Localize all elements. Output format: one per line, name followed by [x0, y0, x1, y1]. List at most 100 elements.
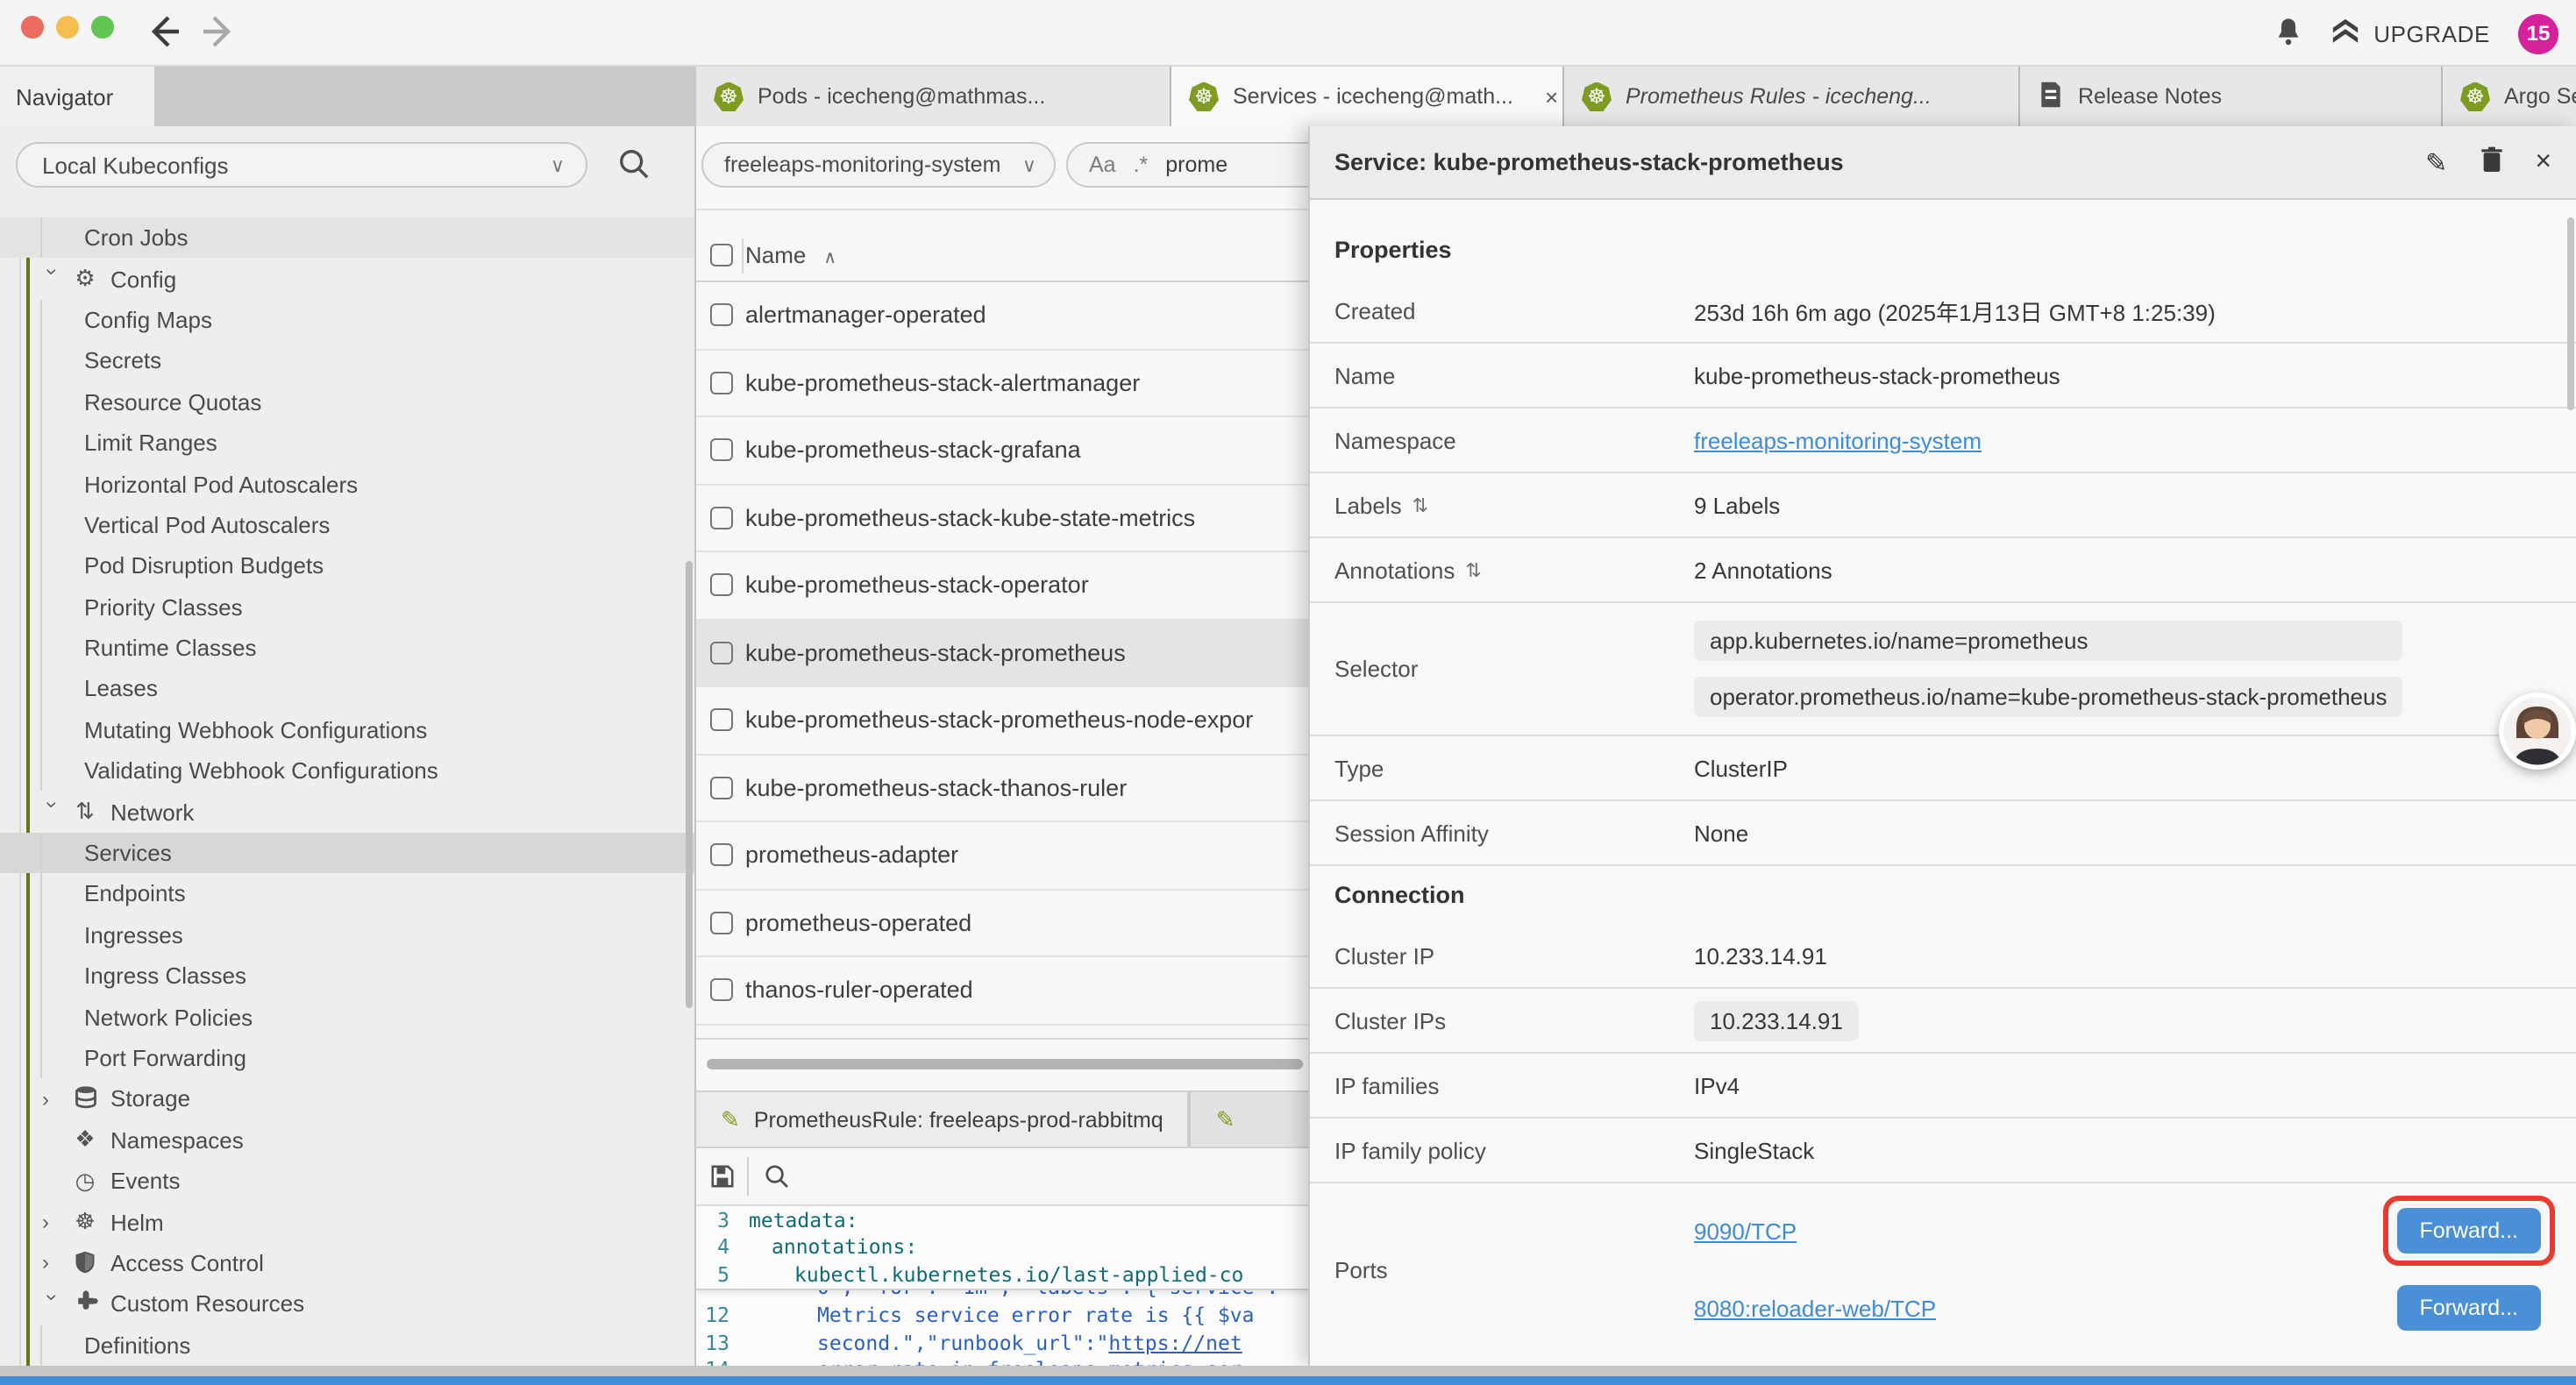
row-checkbox[interactable]	[710, 574, 733, 597]
select-all-checkbox[interactable]	[710, 244, 733, 266]
sidebar-item-horizontal-pod-autoscalers[interactable]: Horizontal Pod Autoscalers	[0, 464, 694, 505]
delete-trash-icon[interactable]	[2479, 146, 2503, 179]
tab-pods-icecheng-mathmas[interactable]: ☸Pods - icecheng@mathmas...	[696, 67, 1171, 126]
regex-toggle[interactable]: .*	[1134, 153, 1149, 177]
sidebar-item-port-forwarding[interactable]: Port Forwarding	[0, 1038, 694, 1079]
edit-resource-icon[interactable]: ✎	[2425, 146, 2447, 178]
sort-updown-icon[interactable]: ⇅	[1465, 558, 1481, 581]
sidebar-item-secrets[interactable]: Secrets	[0, 340, 694, 381]
sidebar-item-config[interactable]: ›⚙Config	[0, 259, 694, 300]
tab-close-icon[interactable]: ×	[1545, 83, 1558, 110]
forward-button[interactable]: Forward...	[2396, 1285, 2541, 1331]
sidebar-scrollbar[interactable]	[686, 561, 693, 1008]
sidebar-item-storage[interactable]: ›Storage	[0, 1078, 694, 1119]
upgrade-button[interactable]: UPGRADE	[2330, 17, 2490, 50]
tab-release-notes[interactable]: Release Notes	[2020, 67, 2443, 126]
tab-services-icecheng-math[interactable]: ☸Services - icecheng@math...×	[1171, 67, 1564, 126]
back-button[interactable]	[140, 9, 186, 54]
chevron-expanded-icon[interactable]: ›	[40, 801, 65, 822]
kubernetes-icon: ☸	[1189, 82, 1219, 111]
case-sensitive-toggle[interactable]: Aa	[1089, 153, 1116, 177]
code-text: annotations:	[749, 1235, 917, 1260]
navigator-panel-tab[interactable]: Navigator	[0, 67, 154, 126]
sidebar-item-access-control[interactable]: ›Access Control	[0, 1243, 694, 1284]
chevron-collapsed-icon[interactable]: ›	[42, 1210, 63, 1234]
row-checkbox[interactable]	[710, 844, 733, 867]
chevron-expanded-icon[interactable]: ›	[40, 1294, 65, 1315]
sidebar-item-ingresses[interactable]: Ingresses	[0, 914, 694, 955]
close-icon[interactable]: ×	[2535, 146, 2551, 178]
sidebar-item-leases[interactable]: Leases	[0, 669, 694, 710]
sidebar-item-runtime-classes[interactable]: Runtime Classes	[0, 628, 694, 669]
port-link[interactable]: 8080:reloader-web/TCP	[1694, 1295, 1936, 1321]
indent-guide	[40, 1038, 42, 1079]
row-checkbox[interactable]	[710, 979, 733, 1002]
macos-minimize-button[interactable]	[56, 16, 79, 39]
sidebar-item-label: Resource Quotas	[84, 389, 261, 416]
macos-close-button[interactable]	[21, 16, 44, 39]
sidebar-item-mutating-webhook-configurations[interactable]: Mutating Webhook Configurations	[0, 709, 694, 750]
editor-search-icon[interactable]	[763, 1162, 791, 1196]
editor-tab-partial[interactable]: ✎	[1190, 1092, 1249, 1147]
row-checkbox[interactable]	[710, 507, 733, 529]
sidebar-item-network[interactable]: ›⇅Network	[0, 792, 694, 833]
sidebar-item-limit-ranges[interactable]: Limit Ranges	[0, 423, 694, 464]
sidebar-item-cron-jobs[interactable]: Cron Jobs	[0, 217, 694, 259]
detail-row-label: Namespace	[1310, 427, 1694, 453]
detail-row-cluster-ip: Cluster IP10.233.14.91	[1310, 924, 2576, 989]
forward-button[interactable]	[196, 9, 242, 54]
sidebar-item-ingress-classes[interactable]: Ingress Classes	[0, 955, 694, 997]
sidebar-item-priority-classes[interactable]: Priority Classes	[0, 586, 694, 628]
sidebar-item-label: Cron Jobs	[84, 224, 189, 251]
tab-prometheus-rules-icecheng[interactable]: ☸Prometheus Rules - icecheng...	[1564, 67, 2020, 126]
sidebar-item-services[interactable]: Services	[0, 833, 694, 874]
chevron-expanded-icon[interactable]: ›	[40, 268, 65, 289]
sidebar-item-pod-disruption-budgets[interactable]: Pod Disruption Budgets	[0, 545, 694, 586]
sidebar-item-config-maps[interactable]: Config Maps	[0, 300, 694, 341]
detail-row-label: Ports	[1310, 1256, 1694, 1282]
row-checkbox[interactable]	[710, 642, 733, 664]
detail-label-text: Created	[1334, 297, 1416, 323]
tab-argo-se[interactable]: ☸Argo Se	[2443, 67, 2576, 126]
sidebar-item-network-policies[interactable]: Network Policies	[0, 997, 694, 1038]
chevron-collapsed-icon[interactable]: ›	[42, 1251, 63, 1275]
row-checkbox[interactable]	[710, 777, 733, 799]
chevron-collapsed-icon[interactable]: ›	[42, 1087, 63, 1112]
sidebar-item-namespaces[interactable]: ❖Namespaces	[0, 1119, 694, 1161]
sidebar-item-definitions[interactable]: Definitions	[0, 1325, 694, 1366]
sidebar-item-resource-quotas[interactable]: Resource Quotas	[0, 381, 694, 423]
sidebar-item-endpoints[interactable]: Endpoints	[0, 874, 694, 915]
notification-count-badge[interactable]: 15	[2518, 13, 2558, 53]
sidebar-item-vertical-pod-autoscalers[interactable]: Vertical Pod Autoscalers	[0, 504, 694, 545]
sidebar-item-label: Helm	[110, 1209, 164, 1235]
notifications-bell-icon[interactable]	[2274, 15, 2302, 52]
sidebar-item-validating-webhook-configurations[interactable]: Validating Webhook Configurations	[0, 750, 694, 792]
sidebar-item-events[interactable]: ◷Events	[0, 1161, 694, 1202]
filter-query-text: prome	[1165, 153, 1228, 177]
horizontal-scrollbar[interactable]	[707, 1059, 1303, 1069]
detail-row-value: 10.233.14.91	[1694, 942, 1827, 969]
sidebar-search-icon[interactable]	[617, 147, 651, 186]
sidebar-item-helm[interactable]: ›☸Helm	[0, 1202, 694, 1243]
row-checkbox[interactable]	[710, 709, 733, 732]
clock-icon: ◷	[70, 1167, 100, 1195]
save-icon[interactable]	[708, 1162, 737, 1196]
detail-scrollbar[interactable]	[2567, 217, 2574, 410]
row-checkbox[interactable]	[710, 912, 733, 934]
row-checkbox[interactable]	[710, 304, 733, 327]
detail-label-text: Labels	[1334, 492, 1402, 518]
filter-input[interactable]: Aa .* prome	[1066, 142, 1329, 188]
kubeconfig-select[interactable]: Local Kubeconfigs ∨	[16, 142, 587, 188]
sort-updown-icon[interactable]: ⇅	[1413, 494, 1428, 516]
namespace-link[interactable]: freeleaps-monitoring-system	[1694, 427, 1982, 453]
namespace-select[interactable]: freeleaps-monitoring-system ∨	[701, 142, 1056, 188]
sidebar-item-custom-resources[interactable]: ›Custom Resources	[0, 1283, 694, 1325]
user-avatar[interactable]	[2499, 692, 2576, 770]
row-checkbox[interactable]	[710, 439, 733, 462]
row-checkbox[interactable]	[710, 372, 733, 394]
port-link[interactable]: 9090/TCP	[1694, 1218, 1797, 1244]
macos-zoom-button[interactable]	[91, 16, 114, 39]
editor-tab-prometheusrule[interactable]: ✎ PrometheusRule: freeleaps-prod-rabbitm…	[696, 1092, 1190, 1147]
code-link[interactable]: https://net	[1108, 1331, 1242, 1355]
name-column-header[interactable]: Name∧	[745, 242, 836, 268]
